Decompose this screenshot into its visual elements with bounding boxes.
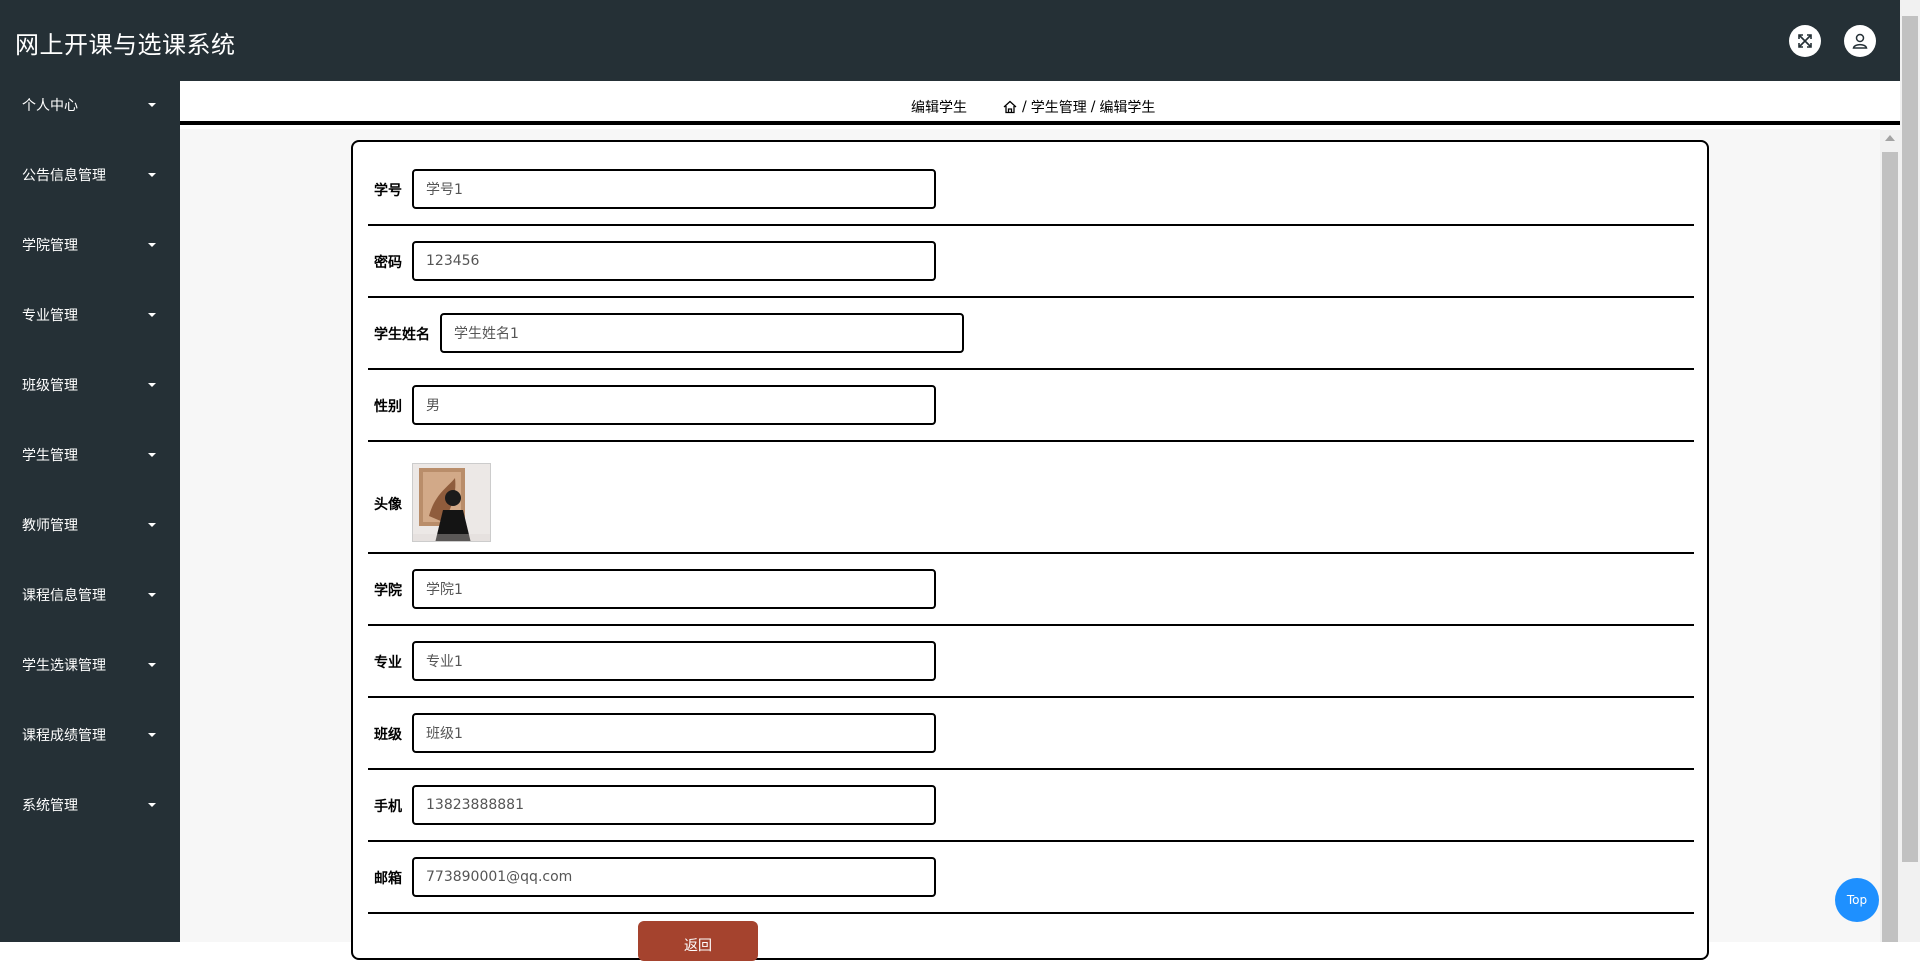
sidebar-item-teachers[interactable]: 教师管理 xyxy=(0,490,180,560)
page-scrollbar-thumb[interactable] xyxy=(1902,16,1918,862)
breadcrumb-item-edit-student: 编辑学生 xyxy=(1099,100,1156,116)
sidebar-item-label: 学生管理 xyxy=(22,448,78,464)
sidebar-item-label: 课程信息管理 xyxy=(22,588,106,604)
college-input[interactable] xyxy=(412,569,936,609)
gender-label: 性别 xyxy=(374,399,402,415)
class-input[interactable] xyxy=(412,713,936,753)
breadcrumb-separator: / xyxy=(1022,99,1027,115)
sidebar-item-students[interactable]: 学生管理 xyxy=(0,420,180,490)
sidebar-item-majors[interactable]: 专业管理 xyxy=(0,280,180,350)
major-label: 专业 xyxy=(374,655,402,671)
caret-down-icon xyxy=(148,593,156,597)
student-name-label: 学生姓名 xyxy=(374,327,430,343)
content-scrollbar-thumb[interactable] xyxy=(1882,152,1898,942)
college-label: 学院 xyxy=(374,583,402,599)
breadcrumb-bar: 编辑学生 / 学生管理 / 编辑学生 xyxy=(180,81,1900,125)
sidebar-item-label: 班级管理 xyxy=(22,378,78,394)
page-title: 编辑学生 xyxy=(911,100,967,116)
password-label: 密码 xyxy=(374,255,402,271)
form-row-phone: 手机 xyxy=(368,770,1694,842)
caret-down-icon xyxy=(148,313,156,317)
caret-down-icon xyxy=(148,383,156,387)
form-row-college: 学院 xyxy=(368,554,1694,626)
sidebar-item-label: 公告信息管理 xyxy=(22,168,106,184)
caret-down-icon xyxy=(148,453,156,457)
sidebar-item-system[interactable]: 系统管理 xyxy=(0,770,180,840)
fullscreen-button[interactable] xyxy=(1789,25,1821,57)
caret-down-icon xyxy=(148,803,156,807)
caret-down-icon xyxy=(148,523,156,527)
sidebar-item-grades[interactable]: 课程成绩管理 xyxy=(0,700,180,770)
email-label: 邮箱 xyxy=(374,871,402,887)
caret-down-icon xyxy=(148,663,156,667)
sidebar-item-label: 学生选课管理 xyxy=(22,658,106,674)
user-menu-button[interactable] xyxy=(1844,25,1876,57)
scroll-up-arrow-icon[interactable] xyxy=(1885,135,1895,141)
student-id-input[interactable] xyxy=(412,169,936,209)
back-to-top-button[interactable]: Top xyxy=(1835,878,1879,922)
email-input[interactable] xyxy=(412,857,936,897)
avatar-image[interactable] xyxy=(412,463,491,542)
caret-down-icon xyxy=(148,733,156,737)
sidebar: 个人中心 公告信息管理 学院管理 专业管理 班级管理 学生管理 教师管理 课程信… xyxy=(0,81,180,942)
caret-down-icon xyxy=(148,173,156,177)
phone-input[interactable] xyxy=(412,785,936,825)
major-input[interactable] xyxy=(412,641,936,681)
sidebar-item-personal-center[interactable]: 个人中心 xyxy=(0,70,180,140)
form-row-major: 专业 xyxy=(368,626,1694,698)
student-id-label: 学号 xyxy=(374,183,402,199)
gender-input[interactable] xyxy=(412,385,936,425)
back-button[interactable]: 返回 xyxy=(638,921,758,961)
sidebar-item-courses[interactable]: 课程信息管理 xyxy=(0,560,180,630)
form-row-class: 班级 xyxy=(368,698,1694,770)
sidebar-item-classes[interactable]: 班级管理 xyxy=(0,350,180,420)
sidebar-item-label: 教师管理 xyxy=(22,518,78,534)
sidebar-item-label: 学院管理 xyxy=(22,238,78,254)
caret-down-icon xyxy=(148,243,156,247)
app-title: 网上开课与选课系统 xyxy=(15,31,236,59)
form-row-email: 邮箱 xyxy=(368,842,1694,914)
avatar-label: 头像 xyxy=(374,497,402,513)
breadcrumb: / 学生管理 / 编辑学生 xyxy=(1002,97,1155,117)
sidebar-item-label: 个人中心 xyxy=(22,98,78,114)
form-row-password: 密码 xyxy=(368,226,1694,298)
home-icon[interactable] xyxy=(1002,99,1018,115)
phone-label: 手机 xyxy=(374,799,402,815)
sidebar-item-label: 课程成绩管理 xyxy=(22,728,106,744)
form-row-student-id: 学号 xyxy=(368,169,1694,226)
form-row-avatar: 头像 xyxy=(368,442,1694,554)
form-row-gender: 性别 xyxy=(368,370,1694,442)
class-label: 班级 xyxy=(374,727,402,743)
edit-student-form: 学号 密码 学生姓名 性别 头像 学院 专业 xyxy=(351,140,1709,961)
sidebar-item-label: 系统管理 xyxy=(22,798,78,814)
student-name-input[interactable] xyxy=(440,313,964,353)
user-icon xyxy=(1852,33,1868,49)
sidebar-item-colleges[interactable]: 学院管理 xyxy=(0,210,180,280)
sidebar-item-course-selection[interactable]: 学生选课管理 xyxy=(0,630,180,700)
caret-down-icon xyxy=(148,103,156,107)
fullscreen-icon xyxy=(1798,34,1812,48)
password-input[interactable] xyxy=(412,241,936,281)
top-header: 网上开课与选课系统 xyxy=(0,0,1900,81)
sidebar-item-announcements[interactable]: 公告信息管理 xyxy=(0,140,180,210)
breadcrumb-item-students[interactable]: 学生管理 xyxy=(1031,97,1087,117)
breadcrumb-separator: / xyxy=(1090,99,1096,115)
form-row-student-name: 学生姓名 xyxy=(368,298,1694,370)
sidebar-item-label: 专业管理 xyxy=(22,308,78,324)
